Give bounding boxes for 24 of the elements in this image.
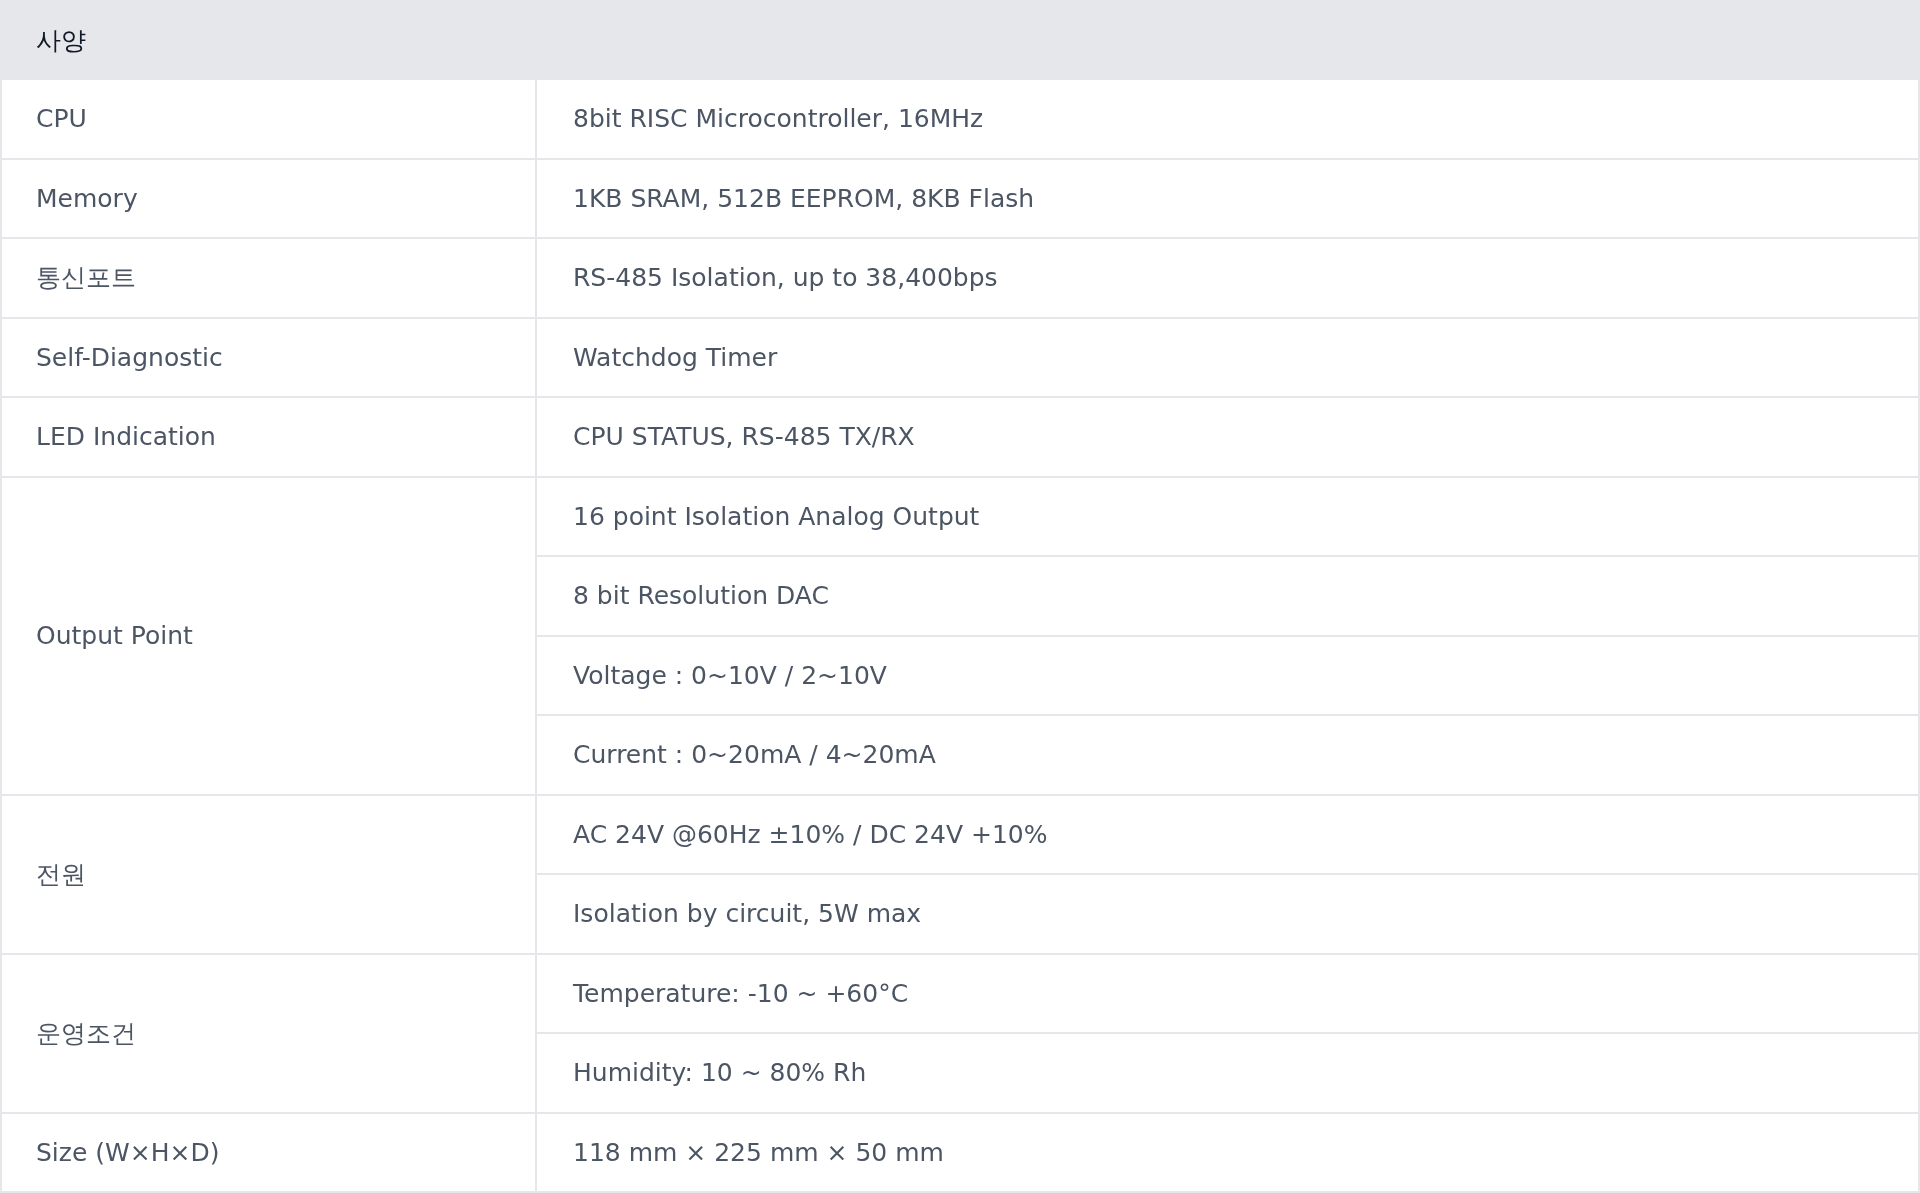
spec-label: Output Point bbox=[2, 477, 537, 796]
spec-value: Voltage : 0~10V / 2~10V bbox=[537, 636, 1918, 716]
spec-label: 전원 bbox=[2, 795, 537, 955]
spec-value: Humidity: 10 ~ 80% Rh bbox=[537, 1034, 1918, 1114]
spec-label: 통신포트 bbox=[2, 239, 537, 319]
spec-label: Memory bbox=[2, 159, 537, 239]
spec-value: 8 bit Resolution DAC bbox=[537, 557, 1918, 637]
spec-label: LED Indication bbox=[2, 398, 537, 478]
spec-label: 운영조건 bbox=[2, 954, 537, 1114]
spec-value: Watchdog Timer bbox=[537, 318, 1918, 398]
spec-value: 1KB SRAM, 512B EEPROM, 8KB Flash bbox=[537, 159, 1918, 239]
spec-value: 16 point Isolation Analog Output bbox=[537, 477, 1918, 557]
spec-value: RS-485 Isolation, up to 38,400bps bbox=[537, 239, 1918, 319]
spec-label: CPU bbox=[2, 80, 537, 160]
spec-value: 118 mm × 225 mm × 50 mm bbox=[537, 1113, 1918, 1193]
table-header: 사양 bbox=[0, 0, 1920, 80]
spec-value: Temperature: -10 ~ +60°C bbox=[537, 954, 1918, 1034]
spec-value: 8bit RISC Microcontroller, 16MHz bbox=[537, 80, 1918, 160]
spec-value: CPU STATUS, RS-485 TX/RX bbox=[537, 398, 1918, 478]
spec-label: Size (W×H×D) bbox=[2, 1113, 537, 1193]
spec-value: Isolation by circuit, 5W max bbox=[537, 875, 1918, 955]
spec-value: Current : 0~20mA / 4~20mA bbox=[537, 716, 1918, 796]
spec-label: Self-Diagnostic bbox=[2, 318, 537, 398]
spec-value: AC 24V @60Hz ±10% / DC 24V +10% bbox=[537, 795, 1918, 875]
